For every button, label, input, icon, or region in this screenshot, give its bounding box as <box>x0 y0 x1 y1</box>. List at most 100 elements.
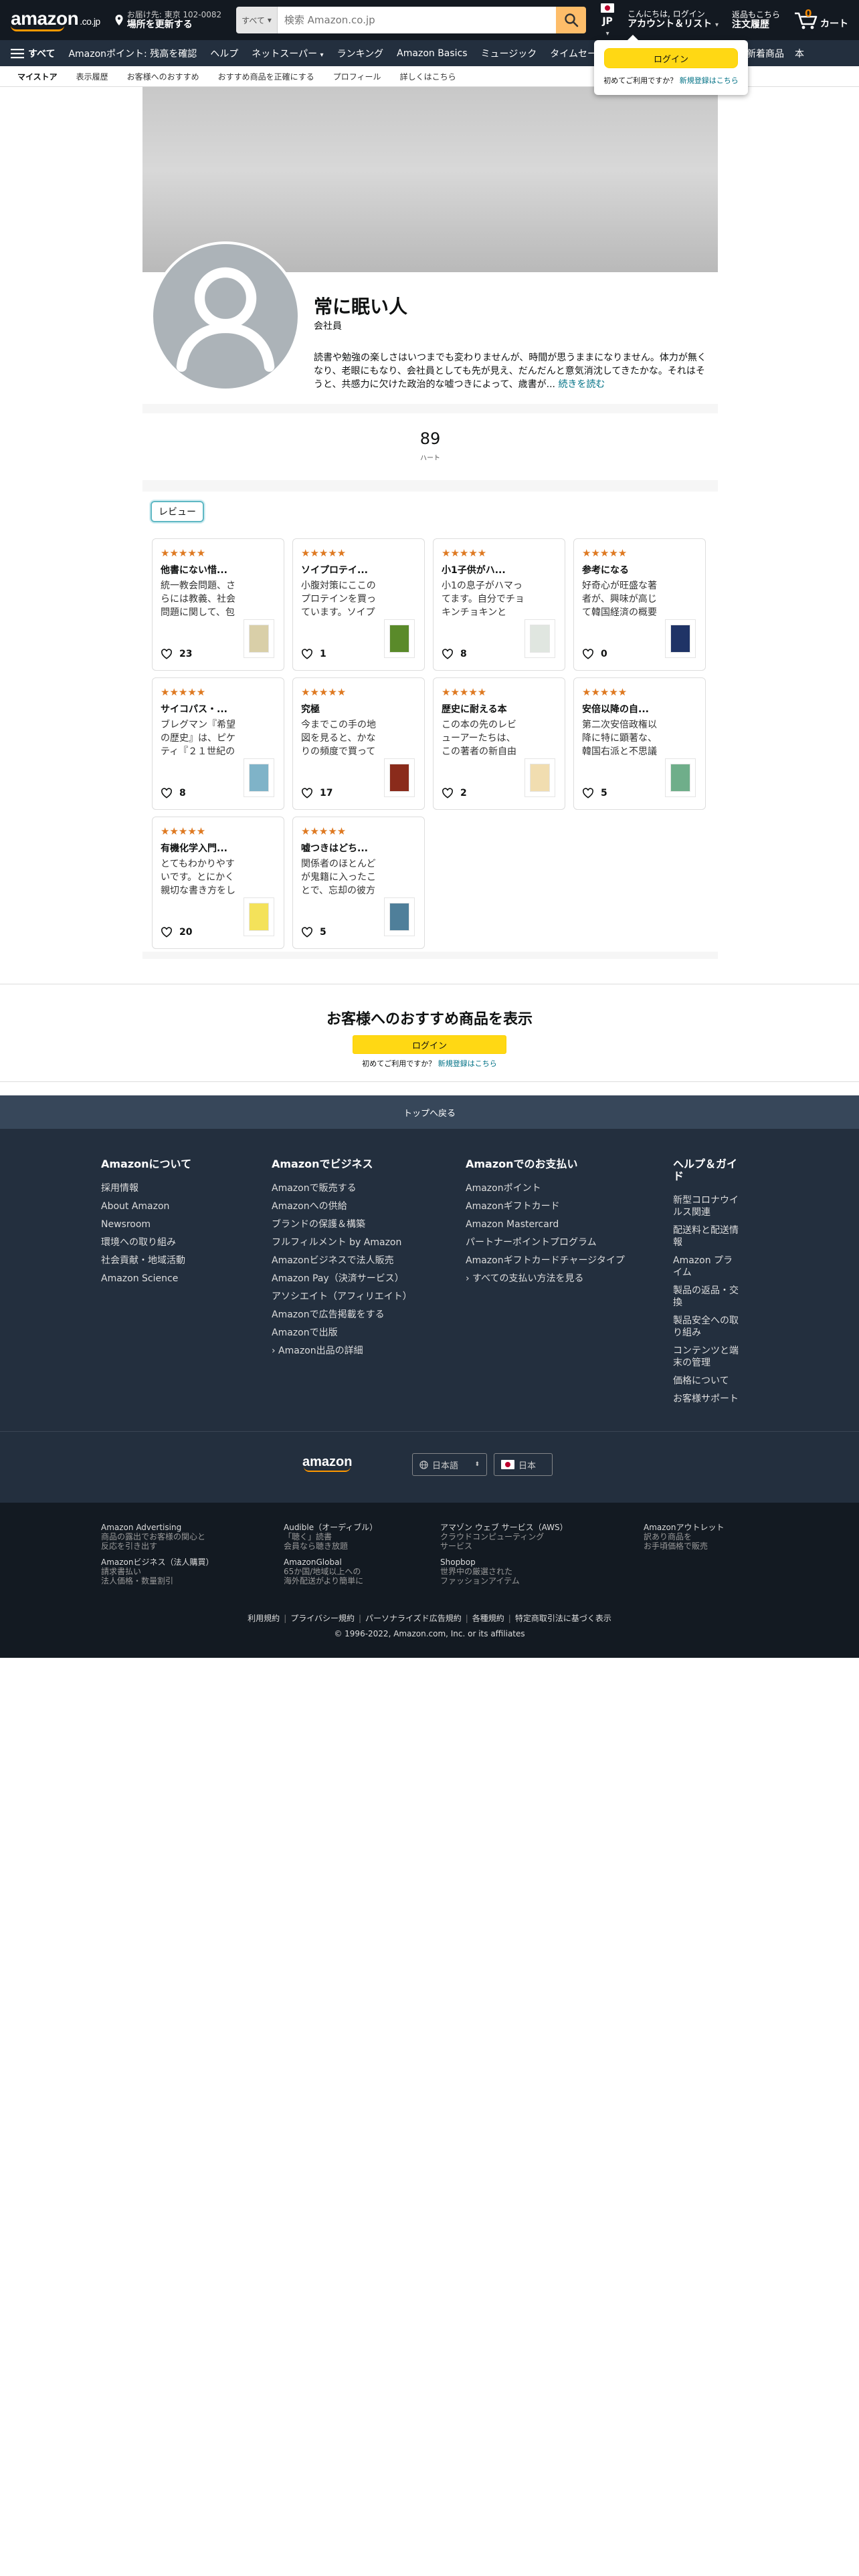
footer-link[interactable]: 社会貢献・地域活動 <box>101 1255 238 1267</box>
footer-link[interactable]: ブランドの保護＆構築 <box>272 1218 432 1230</box>
footer-link[interactable]: Amazonへの供給 <box>272 1200 432 1212</box>
review-card[interactable]: ★★★★★ 有機化学入門... とてもわかりやすいです。とにかく親切な書き方をしてく… <box>152 817 284 949</box>
nav-item-points[interactable]: Amazonポイント: 残高を確認 <box>63 44 202 63</box>
nav-item-amazon-basics[interactable]: Amazon Basics <box>391 45 472 62</box>
all-menu-button[interactable]: すべて <box>8 44 60 63</box>
footer-service-link[interactable]: Amazonビジネス（法人購買） 請求書払い 法人価格・数量割引 <box>101 1558 214 1586</box>
footer-link[interactable]: Amazon Pay（決済サービス） <box>272 1273 432 1285</box>
review-card[interactable]: ★★★★★ 究極今までこの手の地図を見ると、かなりの頻度で買ってきた... 17 <box>292 677 425 810</box>
recommend-signin-button[interactable]: ログイン <box>353 1035 506 1054</box>
footer-amazon-logo[interactable]: amazon <box>302 1455 352 1472</box>
review-card[interactable]: ★★★★★ 参考になる好奇心が旺盛な著者が、興味が高じて韓国経済の概要を... 0 <box>573 538 706 671</box>
footer-link[interactable]: 価格について <box>673 1375 740 1387</box>
nav-item-net-super[interactable]: ネットスーパー ▾ <box>246 44 328 63</box>
flyout-register-link[interactable]: 新規登録はこちら <box>680 76 739 85</box>
review-card[interactable]: ★★★★★ ソイプロテイ... 小腹対策にここのプロテインを買っています。ソイプロテ… <box>292 538 425 671</box>
footer-link[interactable]: Amazonポイント <box>466 1182 640 1194</box>
footer-link[interactable]: › Amazon出品の詳細 <box>272 1345 432 1357</box>
product-thumbnail[interactable] <box>244 758 274 797</box>
review-card[interactable]: ★★★★★ 小1子供がハ... 小1の息子がハマってます。自分でチョキンチョキンと材… <box>433 538 565 671</box>
footer-service-link[interactable]: Amazonアウトレット 訳あり商品を お手頃価格で販売 <box>644 1523 725 1551</box>
product-thumbnail[interactable] <box>244 897 274 936</box>
helpful-hearts[interactable]: 5 <box>301 927 326 938</box>
footer-link[interactable]: Amazonで出版 <box>272 1327 432 1339</box>
footer-link[interactable]: フルフィルメント by Amazon <box>272 1237 432 1249</box>
footer-link[interactable]: Amazon Mastercard <box>466 1218 640 1230</box>
product-thumbnail[interactable] <box>244 619 274 658</box>
review-card[interactable]: ★★★★★ 嘘つきはどち... 関係者のほとんどが鬼籍に入ったことで、忘却の彼方に.… <box>292 817 425 949</box>
footer-link[interactable]: Amazonで販売する <box>272 1182 432 1194</box>
helpful-hearts[interactable]: 17 <box>301 788 332 798</box>
search-button[interactable] <box>556 7 587 33</box>
orders-link[interactable]: 返品もこちら 注文履歴 <box>728 10 784 30</box>
helpful-hearts[interactable]: 0 <box>582 649 607 659</box>
footer-link[interactable]: 採用情報 <box>101 1182 238 1194</box>
footer-link[interactable]: コンテンツと端末の管理 <box>673 1345 740 1369</box>
footer-link[interactable]: Amazonで広告掲載をする <box>272 1309 432 1321</box>
tab-reviews[interactable]: レビュー <box>151 501 204 522</box>
footer-link[interactable]: お客様サポート <box>673 1393 740 1405</box>
footer-link[interactable]: About Amazon <box>101 1200 238 1212</box>
product-thumbnail[interactable] <box>524 758 555 797</box>
nav-item-help[interactable]: ヘルプ <box>205 44 244 63</box>
legal-link[interactable]: プライバシー規約 <box>290 1614 355 1623</box>
footer-country-select[interactable]: 日本 <box>494 1453 553 1476</box>
recommend-register-link[interactable]: 新規登録はこちら <box>438 1059 497 1068</box>
footer-link[interactable]: 新型コロナウイルス関連 <box>673 1194 740 1218</box>
footer-link[interactable]: Amazonギフトカード <box>466 1200 640 1212</box>
sub-nav-history[interactable]: 表示履歴 <box>76 71 108 82</box>
review-card[interactable]: ★★★★★ 他書にない惜... 統一教会問題、さらには教義、社会問題に関して、包括的… <box>152 538 284 671</box>
footer-link[interactable]: アソシエイト（アフィリエイト） <box>272 1291 432 1303</box>
legal-link[interactable]: 各種規約 <box>472 1614 504 1623</box>
back-to-top-button[interactable]: トップへ戻る <box>0 1095 859 1129</box>
sub-nav-improve[interactable]: おすすめ商品を正確にする <box>218 71 314 82</box>
footer-link[interactable]: 配送料と配送情報 <box>673 1224 740 1249</box>
footer-language-select[interactable]: 日本語 ⬍ <box>412 1453 487 1476</box>
search-category-dropdown[interactable]: すべて ▾ <box>236 7 278 33</box>
deliver-to-location[interactable]: お届け先: 東京 102-0082 場所を更新する <box>110 10 225 30</box>
nav-item-ranking[interactable]: ランキング <box>332 44 389 63</box>
footer-service-link[interactable]: アマゾン ウェブ サービス（AWS） クラウドコンピューティング サービス <box>440 1523 568 1551</box>
nav-item-music[interactable]: ミュージック <box>476 44 543 63</box>
footer-service-link[interactable]: AmazonGlobal 65か国/地域以上への 海外配送がより簡単に <box>284 1558 363 1586</box>
sub-nav-my-store[interactable]: マイストア <box>17 71 58 82</box>
product-thumbnail[interactable] <box>384 619 415 658</box>
sub-nav-learn-more[interactable]: 詳しくはこちら <box>400 71 456 82</box>
product-thumbnail[interactable] <box>665 619 696 658</box>
footer-service-link[interactable]: Amazon Advertising 商品の露出でお客様の関心と 反応を引き出す <box>101 1523 205 1551</box>
product-thumbnail[interactable] <box>384 897 415 936</box>
account-lists[interactable]: こんにちは, ログイン アカウント＆リスト ▾ <box>624 9 723 31</box>
helpful-hearts[interactable]: 23 <box>161 649 192 659</box>
search-input[interactable] <box>277 7 557 33</box>
helpful-hearts[interactable]: 1 <box>301 649 326 659</box>
review-card[interactable]: ★★★★★ 歴史に耐える本この本の先のレビューアーたちは、この著者の新自由主義の.… <box>433 677 565 810</box>
legal-link[interactable]: パーソナライズド広告規約 <box>365 1614 462 1623</box>
helpful-hearts[interactable]: 2 <box>442 788 467 798</box>
helpful-hearts[interactable]: 8 <box>161 788 186 798</box>
legal-link[interactable]: 特定商取引法に基づく表示 <box>515 1614 611 1623</box>
product-thumbnail[interactable] <box>524 619 555 658</box>
sub-nav-profile[interactable]: プロフィール <box>333 71 381 82</box>
product-thumbnail[interactable] <box>384 758 415 797</box>
footer-link[interactable]: Newsroom <box>101 1218 238 1230</box>
amazon-logo[interactable]: amazon .co.jp <box>7 3 104 37</box>
footer-link[interactable]: Amazonビジネスで法人販売 <box>272 1255 432 1267</box>
footer-link[interactable]: 製品の返品・交換 <box>673 1285 740 1309</box>
helpful-hearts[interactable]: 8 <box>442 649 467 659</box>
footer-link[interactable]: 製品安全への取り組み <box>673 1315 740 1339</box>
cart-button[interactable]: 0 カート <box>789 7 852 30</box>
helpful-hearts[interactable]: 5 <box>582 788 607 798</box>
product-thumbnail[interactable] <box>665 758 696 797</box>
footer-link[interactable]: 環境への取り組み <box>101 1237 238 1249</box>
footer-link[interactable]: Amazon Science <box>101 1273 238 1285</box>
sub-nav-recommendations[interactable]: お客様へのおすすめ <box>127 71 199 82</box>
nav-item-books[interactable]: 本 <box>795 47 804 60</box>
footer-service-link[interactable]: Shopbop 世界中の厳選された ファッションアイテム <box>440 1558 520 1586</box>
legal-link[interactable]: 利用規約 <box>248 1614 280 1623</box>
review-card[interactable]: ★★★★★ 安倍以降の自... 第二次安倍政権以降に特に顕著な、韓国右派と不思議な.… <box>573 677 706 810</box>
nav-item-new-arrivals[interactable]: 新着商品 <box>747 47 784 60</box>
footer-link[interactable]: › すべての支払い方法を見る <box>466 1273 640 1285</box>
footer-link[interactable]: Amazonギフトカードチャージタイプ <box>466 1255 640 1267</box>
helpful-hearts[interactable]: 20 <box>161 927 192 938</box>
read-more-link[interactable]: 続きを読む <box>558 379 605 390</box>
